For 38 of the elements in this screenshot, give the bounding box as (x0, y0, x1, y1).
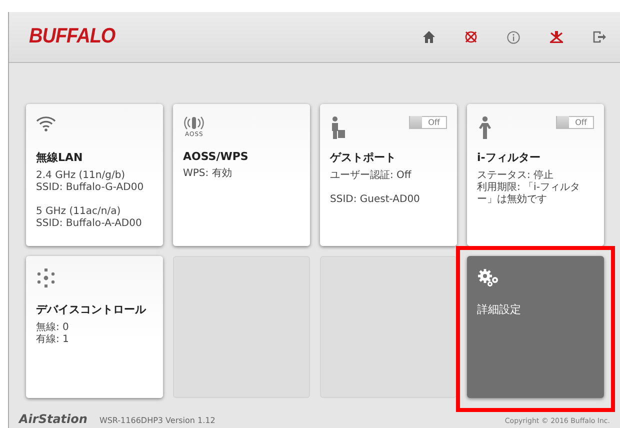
tile-title: i-フィルター (477, 150, 542, 165)
model-version: WSR-1166DHP3 Version 1.12 (99, 416, 216, 425)
wifi-icon (36, 116, 56, 132)
tile-title: 詳細設定 (477, 302, 522, 317)
wireless-signal-icon (183, 116, 205, 130)
gears-icon (477, 268, 501, 288)
settings-tile[interactable]: 詳細設定 (467, 256, 604, 398)
tile-text: SSID: Guest-AD00 (330, 194, 421, 206)
person-with-suitcase-icon (330, 116, 346, 140)
tile-text: 2.4 GHz (11n/g/b) (36, 170, 126, 182)
crossed-download-icon[interactable] (550, 31, 563, 43)
person-icon (477, 116, 493, 140)
product-logo: AirStation (19, 412, 88, 426)
tile-text: SSID: Buffalo-G-AD00 (36, 182, 145, 194)
brand-logo[interactable]: BUFFALO (29, 24, 116, 50)
feature-tile[interactable]: 無線LAN 2.4 GHz (11n/g/b) SSID: Buffalo-G-AD00 5 GHz (11ac/n/a) SSID: Buffalo-A-AD00 (26, 104, 163, 246)
tile-text: 無線: 0 (36, 322, 70, 334)
tile-text: WPS: 有効 (183, 168, 233, 180)
feature-tile[interactable]: Off i-フィルター ステータス: 停止 利用期限: 「i-フィルター」は無効です (467, 104, 604, 246)
dots-cluster-icon (36, 268, 56, 288)
tile-text: ステータス: 停止 (477, 170, 555, 182)
tile-text: SSID: Buffalo-A-AD00 (36, 218, 143, 230)
tile-text: 有線: 1 (36, 334, 70, 346)
home-icon[interactable] (423, 31, 435, 43)
tile-title: AOSS/WPS (183, 150, 250, 163)
tile-text: 利用期限: 「i-フィルター」は無効です (477, 182, 581, 206)
info-icon[interactable] (507, 30, 520, 44)
tile-title: ゲストポート (330, 150, 397, 165)
crossed-globe-icon[interactable] (465, 31, 477, 43)
tile-text: ユーザー認証: Off (330, 170, 412, 182)
tile-title: 無線LAN (36, 150, 84, 165)
tile-text: 5 GHz (11ac/n/a) (36, 206, 122, 218)
toggle-switch[interactable]: Off (556, 116, 594, 129)
tile-title: デバイスコントロール (36, 302, 147, 317)
logout-icon[interactable] (593, 31, 606, 43)
feature-tile[interactable]: Off ゲストポート ユーザー認証: Off SSID: Guest-AD00 (320, 104, 457, 246)
feature-tile[interactable]: デバイスコントロール 無線: 0 有線: 1 (26, 256, 163, 398)
toggle-switch[interactable]: Off (409, 116, 447, 129)
